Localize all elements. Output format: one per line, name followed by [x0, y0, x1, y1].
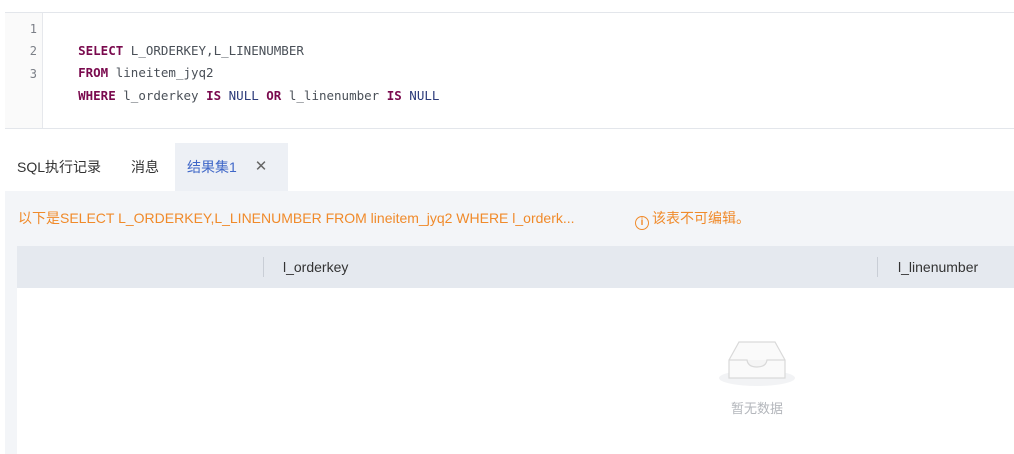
close-icon[interactable]: ✕ — [255, 143, 268, 191]
tab-result-set-1-label: 结果集1 — [187, 159, 237, 175]
line-number: 3 — [29, 67, 37, 81]
sql-keyword: IS — [206, 88, 222, 103]
column-header-l-orderkey[interactable]: l_orderkey — [283, 246, 348, 288]
table-body: 暂无数据 — [17, 288, 1014, 454]
tab-result-set-1[interactable]: 结果集1 ✕ — [175, 143, 288, 191]
line-number-gutter: 1 2 3 — [5, 13, 43, 128]
tab-sql-history[interactable]: SQL执行记录 — [17, 143, 101, 191]
sql-keyword: IS — [386, 88, 402, 103]
sql-null: NULL — [221, 88, 267, 103]
table-header: l_orderkey l_linenumber — [17, 246, 1014, 288]
sql-keyword: WHERE — [78, 88, 116, 103]
empty-state-text: 暂无数据 — [730, 401, 783, 416]
code-line-1[interactable]: SELECT L_ORDERKEY,L_LINENUMBER — [48, 18, 304, 58]
result-panel: 以下是SELECT L_ORDERKEY,L_LINENUMBER FROM l… — [5, 191, 1014, 454]
column-header-l-linenumber[interactable]: l_linenumber — [898, 246, 978, 288]
column-divider[interactable] — [263, 257, 264, 277]
sql-keyword: OR — [266, 88, 282, 103]
line-number: 2 — [29, 44, 37, 58]
info-circle-icon: i — [635, 216, 649, 230]
line-number: 1 — [29, 22, 37, 36]
result-tabs: SQL执行记录 消息 结果集1 ✕ — [5, 143, 1014, 191]
code-line-2[interactable]: FROM lineitem_jyq2 — [48, 40, 213, 80]
column-divider[interactable] — [877, 257, 878, 277]
sql-editor[interactable]: 1 2 3 SELECT L_ORDERKEY,L_LINENUMBER FRO… — [5, 12, 1014, 129]
read-only-warning: i 该表不可编辑。 — [635, 191, 750, 245]
tab-messages[interactable]: 消息 — [131, 143, 159, 191]
sql-text: l_orderkey — [115, 88, 207, 103]
empty-state: 暂无数据 — [717, 336, 797, 416]
read-only-warning-text: 该表不可编辑。 — [652, 210, 750, 226]
sql-text: l_linenumber — [281, 88, 387, 103]
code-line-3[interactable]: WHERE l_orderkey IS NULL OR l_linenumber… — [48, 63, 439, 103]
sql-null: NULL — [401, 88, 440, 103]
query-info-text: 以下是SELECT L_ORDERKEY,L_LINENUMBER FROM l… — [18, 210, 575, 226]
empty-inbox-icon — [719, 341, 795, 386]
